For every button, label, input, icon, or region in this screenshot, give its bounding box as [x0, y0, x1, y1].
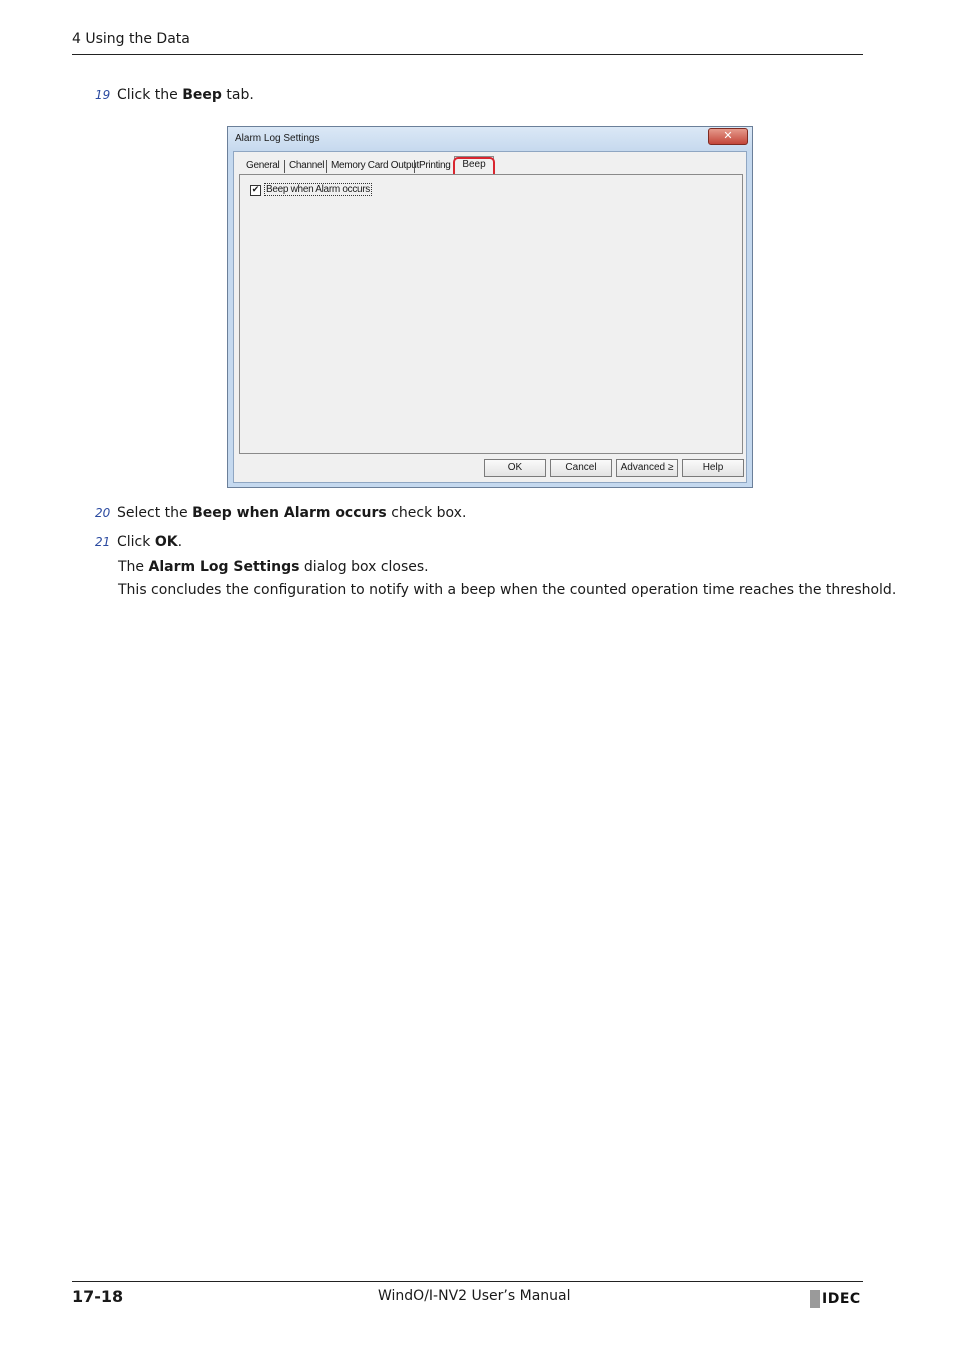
dialog-client-area: General Channel Memory Card Output Print…: [233, 151, 747, 483]
logo-bar: [810, 1290, 820, 1308]
step-text-end: .: [177, 534, 183, 550]
footer-rule: [72, 1281, 863, 1282]
header-rule: [72, 54, 863, 55]
checkmark-icon: ✔: [251, 185, 260, 195]
note-text: The: [118, 559, 149, 575]
step-bold: Beep: [182, 87, 222, 103]
result-note: The Alarm Log Settings dialog box closes…: [118, 558, 429, 576]
step-text-end: tab.: [221, 87, 254, 103]
cancel-button[interactable]: Cancel: [550, 459, 612, 477]
step-number: 19: [95, 88, 111, 102]
ok-button[interactable]: OK: [484, 459, 546, 477]
tab-divider: [414, 160, 415, 173]
note-bold: Alarm Log Settings: [148, 559, 300, 575]
page-number: 17-18: [72, 1287, 124, 1306]
step-text-end: check box.: [386, 505, 467, 521]
logo-text: IDEC: [822, 1291, 861, 1307]
beep-tab-panel: ✔ Beep when Alarm occurs: [239, 174, 743, 454]
tab-divider: [326, 160, 327, 173]
manual-title: WindO/I-NV2 User’s Manual: [378, 1288, 571, 1304]
step-text: Select the: [117, 505, 193, 521]
dialog-titlebar: Alarm Log Settings ✕: [228, 127, 752, 151]
step-number: 21: [95, 535, 111, 549]
conclusion-note: This concludes the configuration to noti…: [118, 582, 897, 598]
step-19: 19 Click the Beep tab.: [95, 86, 254, 104]
step-bold: Beep when Alarm occurs: [192, 505, 387, 521]
step-bold: OK: [154, 534, 178, 550]
dialog-title: Alarm Log Settings: [235, 133, 320, 144]
step-21: 21 Click OK.: [95, 533, 182, 551]
close-button[interactable]: ✕: [708, 128, 748, 145]
step-text: Click the: [117, 87, 183, 103]
step-number: 20: [95, 506, 111, 520]
alarm-log-settings-dialog: Alarm Log Settings ✕ General Channel Mem…: [227, 126, 753, 488]
tab-channel[interactable]: Channel: [289, 160, 324, 171]
tab-memory-card-output[interactable]: Memory Card Output: [331, 160, 419, 171]
note-text-end: dialog box closes.: [299, 559, 429, 575]
tab-divider: [284, 160, 285, 173]
help-button[interactable]: Help: [682, 459, 744, 477]
section-title: 4 Using the Data: [72, 31, 190, 47]
idec-logo: IDEC: [810, 1290, 861, 1308]
beep-checkbox-label[interactable]: Beep when Alarm occurs: [264, 183, 373, 196]
beep-checkbox[interactable]: ✔: [250, 185, 261, 196]
step-text: Click: [117, 534, 155, 550]
tab-general[interactable]: General: [246, 160, 280, 171]
close-icon: ✕: [723, 129, 733, 142]
advanced-button[interactable]: Advanced ≥: [616, 459, 678, 477]
tab-printing[interactable]: Printing: [419, 160, 451, 171]
step-20: 20 Select the Beep when Alarm occurs chec…: [95, 504, 466, 522]
